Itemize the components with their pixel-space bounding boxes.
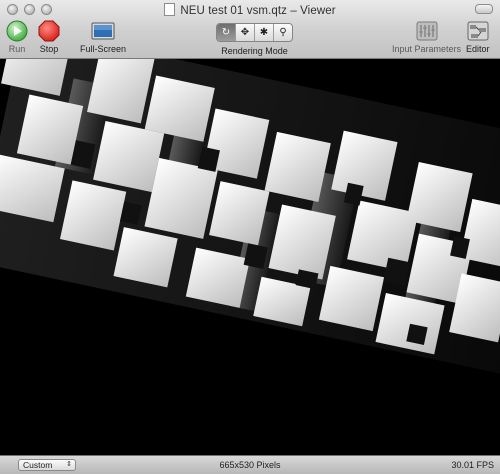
run-label: Run [8, 44, 26, 54]
editor-button[interactable]: Editor [466, 20, 490, 54]
run-button[interactable]: Run [6, 20, 28, 54]
rendering-mode-control: ↻ ✥ ✱ ⚲ Rendering Mode [216, 20, 293, 56]
toolbar-toggle-button[interactable] [475, 4, 493, 14]
fullscreen-label: Full-Screen [80, 44, 127, 54]
bug-icon[interactable]: ✱ [254, 24, 273, 41]
editor-label: Editor [466, 44, 490, 54]
window-title-text: NEU test 01 vsm.qtz – Viewer [180, 5, 336, 17]
editor-icon [467, 20, 489, 42]
document-icon[interactable] [164, 3, 176, 16]
rendering-mode-segmented: ↻ ✥ ✱ ⚲ [216, 23, 293, 42]
magnifier-icon[interactable]: ⚲ [273, 24, 292, 41]
window-title: NEU test 01 vsm.qtz – Viewer [0, 3, 500, 17]
frame-rate: 30.01 FPS [451, 460, 494, 470]
rendered-scene [0, 59, 500, 374]
window-toolbar: NEU test 01 vsm.qtz – Viewer Run Stop Fu… [0, 0, 500, 59]
rendering-viewport[interactable] [0, 59, 500, 455]
status-bar: Custom ⇕ 665x530 Pixels 30.01 FPS [0, 455, 500, 474]
display-icon [91, 20, 115, 42]
viewport-dimensions: 665x530 Pixels [219, 460, 281, 470]
input-parameters-button[interactable]: Input Parameters [392, 20, 461, 54]
input-parameters-label: Input Parameters [392, 44, 462, 54]
sliders-icon [416, 20, 438, 42]
stop-button[interactable]: Stop [38, 20, 60, 54]
move-icon[interactable]: ✥ [235, 24, 254, 41]
stop-icon [38, 20, 60, 42]
viewer-window: NEU test 01 vsm.qtz – Viewer Run Stop Fu… [0, 0, 500, 474]
play-icon [6, 20, 28, 42]
refresh-icon[interactable]: ↻ [217, 24, 235, 41]
rendering-mode-label: Rendering Mode [221, 46, 288, 56]
stop-label: Stop [39, 44, 59, 54]
fullscreen-button[interactable]: Full-Screen [80, 20, 126, 54]
